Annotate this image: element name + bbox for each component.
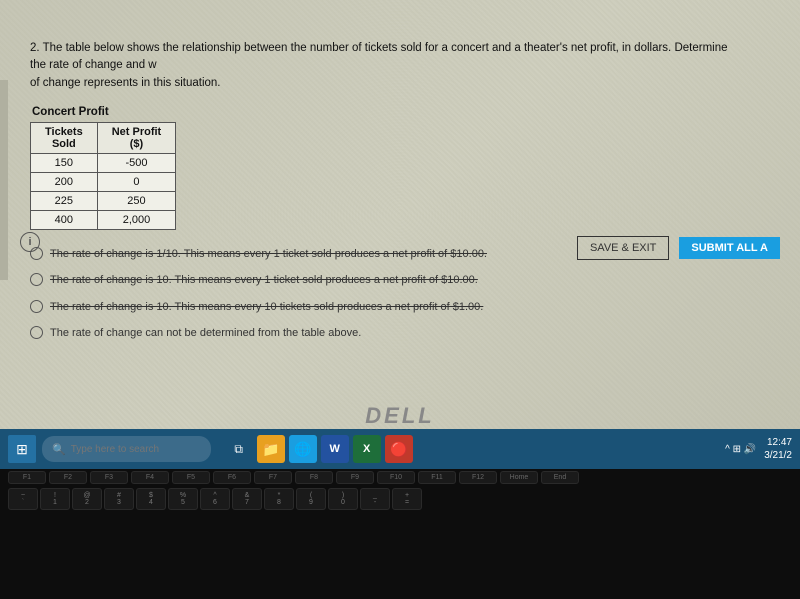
key-minus[interactable]: _- [360,488,390,510]
key-f8[interactable]: F8 [295,471,333,484]
option-b[interactable]: The rate of change is 10. This means eve… [30,272,790,289]
app-icon-word[interactable]: W [321,435,349,463]
key-4[interactable]: $4 [136,488,166,510]
question-text: 2. The table below shows the relationshi… [30,40,730,92]
key-8[interactable]: *8 [264,488,294,510]
clock: 12:47 3/21/2 [764,436,792,462]
key-f4[interactable]: F4 [131,471,169,484]
key-1[interactable]: !1 [40,488,70,510]
taskbar-right: ^ ⊞ 🔊 12:47 3/21/2 [725,436,792,462]
submit-button[interactable]: SUBMIT ALL A [679,237,780,259]
content-area: 2. The table below shows the relationshi… [30,40,790,352]
info-icon[interactable]: i [20,232,40,252]
save-exit-button[interactable]: SAVE & EXIT [577,236,669,260]
cell-tickets-0: 150 [31,153,98,172]
data-table: TicketsSold Net Profit($) 150 -500 200 0… [30,122,176,230]
option-b-text: The rate of change is 10. This means eve… [50,272,478,289]
cell-profit-3: 2,000 [97,210,176,229]
key-0[interactable]: )0 [328,488,358,510]
cell-tickets-2: 225 [31,191,98,210]
key-equals[interactable]: += [392,488,422,510]
app-icon-other[interactable]: 🔴 [385,435,413,463]
question-number: 2. [30,42,40,54]
table-title: Concert Profit [32,106,790,118]
radio-d[interactable] [30,326,43,339]
time-display: 12:47 [764,436,792,449]
screen: 2. The table below shows the relationshi… [0,0,800,430]
table-row: 150 -500 [31,153,176,172]
key-9[interactable]: (9 [296,488,326,510]
search-bar[interactable]: 🔍 [42,436,211,462]
app-icon-folder[interactable]: 📁 [257,435,285,463]
radio-b[interactable] [30,273,43,286]
key-f2[interactable]: F2 [49,471,87,484]
taskbar-apps: ⧉ 📁 🌐 W X 🔴 [225,435,413,463]
cell-profit-0: -500 [97,153,176,172]
question-body: The table below shows the relationship b… [30,42,728,71]
key-6[interactable]: ^6 [200,488,230,510]
key-7[interactable]: &7 [232,488,262,510]
key-2[interactable]: @2 [72,488,102,510]
option-a-text: The rate of change is 1/10. This means e… [50,246,487,263]
key-f10[interactable]: F10 [377,471,415,484]
key-f6[interactable]: F6 [213,471,251,484]
cell-tickets-1: 200 [31,172,98,191]
taskbar: ⊞ 🔍 ⧉ 📁 🌐 W X 🔴 ^ ⊞ 🔊 12:47 3/21/2 [0,429,800,469]
system-icons: ^ ⊞ 🔊 [725,444,756,455]
cell-profit-2: 250 [97,191,176,210]
key-f7[interactable]: F7 [254,471,292,484]
col-header-profit: Net Profit($) [97,122,176,153]
action-buttons: SAVE & EXIT SUBMIT ALL A [577,236,780,260]
key-end[interactable]: End [541,471,579,484]
left-edge [0,80,8,280]
keyboard: F1 F2 F3 F4 F5 F6 F7 F8 F9 F10 F11 F12 H… [0,469,800,599]
key-3[interactable]: #3 [104,488,134,510]
key-home[interactable]: Home [500,471,538,484]
option-c[interactable]: The rate of change is 10. This means eve… [30,299,790,316]
question-subtext: of change represents in this situation. [30,77,221,89]
key-f9[interactable]: F9 [336,471,374,484]
table-section: Concert Profit TicketsSold Net Profit($)… [30,106,790,230]
num-key-row: ~` !1 @2 #3 $4 %5 ^6 &7 *8 (9 )0 _- += [0,486,800,512]
table-row: 200 0 [31,172,176,191]
radio-c[interactable] [30,300,43,313]
table-row: 400 2,000 [31,210,176,229]
key-f11[interactable]: F11 [418,471,456,484]
app-icon-excel[interactable]: X [353,435,381,463]
cell-profit-1: 0 [97,172,176,191]
options-section: The rate of change is 1/10. This means e… [30,246,790,342]
key-f5[interactable]: F5 [172,471,210,484]
search-icon: 🔍 [52,443,66,456]
start-button[interactable]: ⊞ [8,435,36,463]
date-display: 3/21/2 [764,449,792,462]
table-row: 225 250 [31,191,176,210]
cell-tickets-3: 400 [31,210,98,229]
key-f12[interactable]: F12 [459,471,497,484]
col-header-tickets: TicketsSold [31,122,98,153]
search-input[interactable] [71,444,201,455]
key-f3[interactable]: F3 [90,471,128,484]
app-icon-browser[interactable]: 🌐 [289,435,317,463]
fn-key-row: F1 F2 F3 F4 F5 F6 F7 F8 F9 F10 F11 F12 H… [0,469,800,486]
key-f1[interactable]: F1 [8,471,46,484]
option-c-text: The rate of change is 10. This means eve… [50,299,483,316]
app-icon-taskview[interactable]: ⧉ [225,435,253,463]
option-d-text: The rate of change can not be determined… [50,325,361,342]
option-d[interactable]: The rate of change can not be determined… [30,325,790,342]
dell-logo: DELL [365,403,434,429]
key-backtick[interactable]: ~` [8,488,38,510]
key-5[interactable]: %5 [168,488,198,510]
